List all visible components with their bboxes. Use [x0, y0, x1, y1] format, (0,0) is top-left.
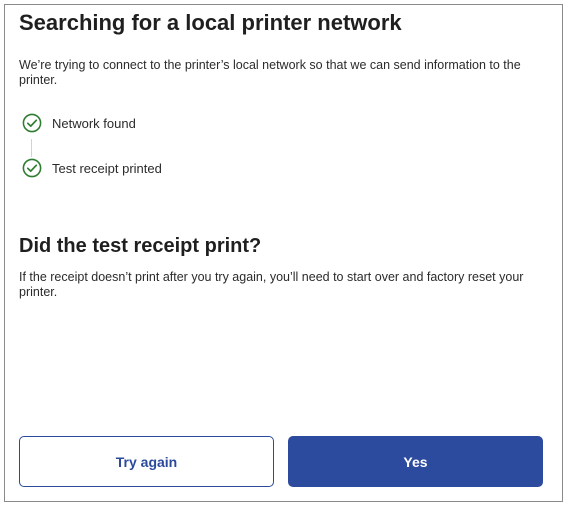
- check-circle-icon: [22, 158, 42, 178]
- step-network-found: Network found: [22, 113, 136, 133]
- step-label: Network found: [52, 115, 136, 131]
- question-title: Did the test receipt print?: [19, 235, 262, 257]
- yes-button[interactable]: Yes: [288, 436, 543, 487]
- question-description: If the receipt doesn’t print after you t…: [19, 270, 524, 299]
- step-label: Test receipt printed: [52, 160, 162, 176]
- step-connector: [31, 139, 32, 157]
- page-description: We’re trying to connect to the printer’s…: [19, 58, 521, 87]
- page-title: Searching for a local printer network: [19, 10, 402, 35]
- step-test-receipt-printed: Test receipt printed: [22, 158, 162, 178]
- dialog-panel: Searching for a local printer network We…: [4, 4, 563, 502]
- check-circle-icon: [22, 113, 42, 133]
- try-again-button[interactable]: Try again: [19, 436, 274, 487]
